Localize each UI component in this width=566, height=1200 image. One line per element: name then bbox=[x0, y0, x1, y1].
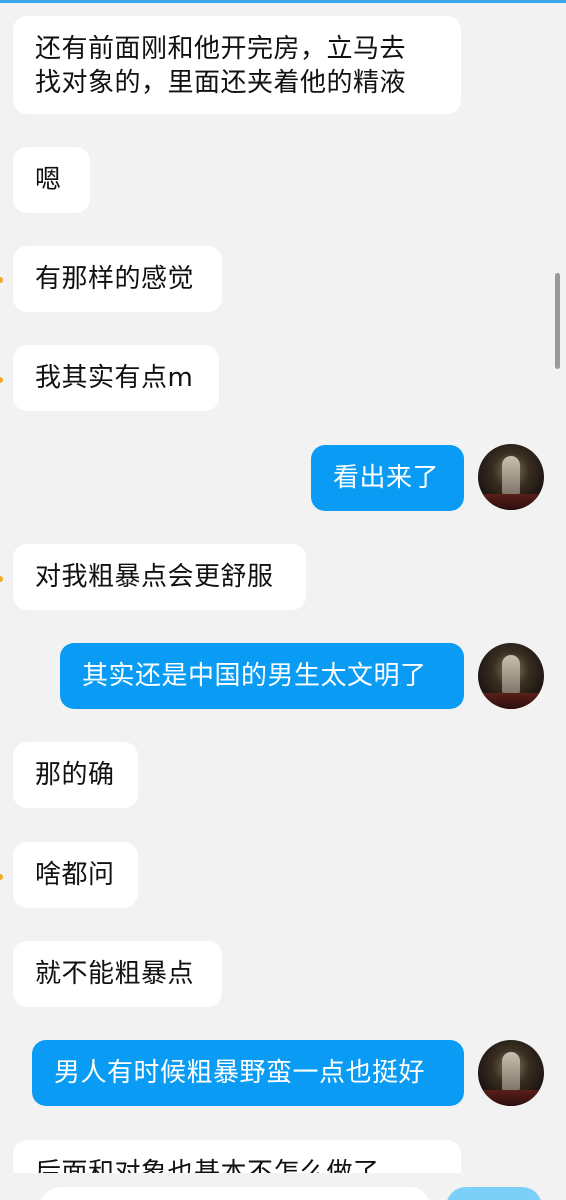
chat-message-list[interactable]: 还有前面刚和他开完房，立马去 找对象的，里面还夹着他的精液 嗯 有那样的感觉 我… bbox=[0, 3, 566, 1173]
user-avatar[interactable] bbox=[478, 1040, 544, 1106]
avatar-floor bbox=[478, 693, 544, 709]
message-bubble-received[interactable]: 对我粗暴点会更舒服 bbox=[13, 544, 306, 610]
message-bubble-sent[interactable]: 其实还是中国的男生太文明了 bbox=[60, 643, 464, 709]
message-input[interactable] bbox=[40, 1187, 430, 1200]
user-avatar[interactable] bbox=[478, 444, 544, 510]
message-marker bbox=[0, 377, 3, 383]
message-bubble-received[interactable]: 就不能粗暴点 bbox=[13, 941, 222, 1007]
message-bubble-received[interactable]: 我其实有点m bbox=[13, 345, 219, 411]
scrollbar-thumb[interactable] bbox=[555, 273, 560, 369]
message-bubble-received[interactable]: 还有前面刚和他开完房，立马去 找对象的，里面还夹着他的精液 bbox=[13, 16, 461, 114]
message-bubble-sent[interactable]: 看出来了 bbox=[311, 445, 464, 511]
message-bubble-sent[interactable]: 男人有时候粗暴野蛮一点也挺好 bbox=[32, 1040, 464, 1106]
avatar-figure bbox=[502, 655, 520, 695]
message-bubble-received[interactable]: 有那样的感觉 bbox=[13, 246, 222, 312]
message-marker bbox=[0, 576, 3, 582]
message-marker bbox=[0, 277, 3, 283]
avatar-floor bbox=[478, 1090, 544, 1106]
message-bubble-received[interactable]: 啥都问 bbox=[13, 842, 138, 908]
avatar-figure bbox=[502, 1052, 520, 1092]
user-avatar[interactable] bbox=[478, 643, 544, 709]
avatar-figure bbox=[502, 456, 520, 496]
message-marker bbox=[0, 874, 3, 880]
send-button[interactable] bbox=[446, 1187, 542, 1200]
avatar-floor bbox=[478, 494, 544, 510]
message-bubble-received[interactable]: 嗯 bbox=[13, 147, 90, 213]
message-bubble-received[interactable]: 那的确 bbox=[13, 742, 138, 808]
input-bar bbox=[0, 1173, 566, 1200]
message-bubble-received[interactable]: 后面和对象也基本不怎么做了 bbox=[13, 1140, 461, 1173]
